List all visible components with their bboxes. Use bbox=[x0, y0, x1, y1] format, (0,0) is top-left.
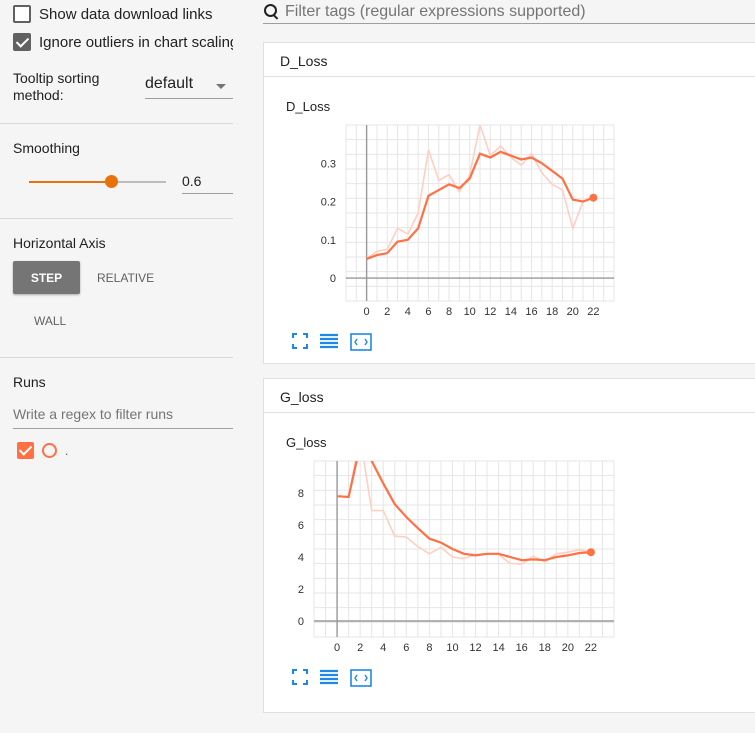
y-tick-label: 0.3 bbox=[321, 158, 336, 170]
divider bbox=[0, 218, 233, 219]
x-tick-label: 22 bbox=[587, 306, 599, 318]
x-tick-label: 14 bbox=[505, 306, 517, 318]
axis-wall-button[interactable]: WALL bbox=[34, 314, 66, 328]
search-icon bbox=[263, 3, 281, 21]
x-tick-label: 12 bbox=[484, 306, 496, 318]
tag-filter-input[interactable]: Filter tags (regular expressions support… bbox=[263, 0, 755, 24]
card-g-loss: G_loss G_loss 0 2 4 6 8 10 12 14 16 18 20 22 0 2 4 6 8 bbox=[263, 378, 755, 713]
x-tick-label: 0 bbox=[334, 642, 340, 654]
y-tick-label: 4 bbox=[298, 552, 304, 564]
ignore-outliers-label: Ignore outliers in chart scaling bbox=[39, 33, 233, 51]
y-tick-label: 8 bbox=[298, 488, 304, 500]
x-tick-label: 2 bbox=[357, 642, 363, 654]
x-tick-label: 8 bbox=[446, 306, 452, 318]
x-tick-label: 2 bbox=[384, 306, 390, 318]
x-tick-label: 0 bbox=[364, 306, 370, 318]
x-tick-label: 10 bbox=[464, 306, 476, 318]
fit-to-screen-icon[interactable] bbox=[292, 333, 308, 349]
dropdown-arrow-icon bbox=[216, 84, 226, 89]
x-tick-label: 16 bbox=[516, 642, 528, 654]
tooltip-sorting-label: Tooltip sorting method: bbox=[13, 70, 100, 103]
last-point-marker bbox=[589, 193, 598, 202]
sidebar: Show data download links Ignore outliers… bbox=[0, 0, 233, 733]
x-tick-label: 16 bbox=[525, 306, 537, 318]
toggle-lines-icon[interactable] bbox=[318, 333, 340, 349]
smoothing-slider[interactable] bbox=[29, 175, 166, 188]
y-tick-label: 0.1 bbox=[321, 235, 336, 247]
fit-domain-icon[interactable] bbox=[350, 333, 372, 351]
tooltip-sorting-dropdown[interactable]: default bbox=[145, 75, 233, 99]
x-tick-label: 4 bbox=[380, 642, 386, 654]
show-download-links-checkbox[interactable]: Show data download links bbox=[13, 5, 233, 23]
x-tick-label: 10 bbox=[446, 642, 458, 654]
d-loss-chart[interactable]: 0 2 4 6 8 10 12 14 16 18 20 22 0 0.1 0.2 0.3 bbox=[264, 43, 755, 333]
tooltip-sorting-value: default bbox=[145, 75, 194, 92]
x-tick-label: 8 bbox=[426, 642, 432, 654]
run-item[interactable]: . bbox=[17, 442, 68, 459]
chart-toolbar bbox=[292, 669, 372, 687]
x-tick-label: 6 bbox=[403, 642, 409, 654]
tag-filter-placeholder: Filter tags (regular expressions support… bbox=[285, 2, 586, 20]
runs-filter-input[interactable]: Write a regex to filter runs bbox=[13, 403, 233, 429]
horizontal-axis-title: Horizontal Axis bbox=[13, 235, 106, 251]
x-tick-label: 18 bbox=[546, 306, 558, 318]
y-tick-label: 0.2 bbox=[321, 197, 336, 209]
smoothing-slider-thumb[interactable] bbox=[105, 175, 119, 188]
x-tick-label: 18 bbox=[539, 642, 551, 654]
g-loss-chart[interactable]: 0 2 4 6 8 10 12 14 16 18 20 22 0 2 4 6 8 bbox=[264, 379, 755, 669]
x-tick-label: 20 bbox=[567, 306, 579, 318]
y-tick-label: 0 bbox=[330, 273, 336, 285]
smoothing-title: Smoothing bbox=[13, 140, 80, 156]
checkbox-unchecked-icon[interactable] bbox=[13, 5, 31, 23]
x-tick-label: 20 bbox=[562, 642, 574, 654]
ignore-outliers-checkbox[interactable]: Ignore outliers in chart scaling bbox=[13, 33, 233, 51]
run-name: . bbox=[65, 443, 69, 458]
y-tick-label: 6 bbox=[298, 520, 304, 532]
card-d-loss: D_Loss D_Loss 0 2 4 6 8 10 12 14 16 18 20 22 0 0.1 0.2… bbox=[263, 42, 755, 364]
x-tick-label: 4 bbox=[405, 306, 411, 318]
smoothing-value-input[interactable]: 0.6 bbox=[182, 170, 233, 194]
checkbox-checked-icon[interactable] bbox=[13, 33, 31, 51]
chart-plot: 0 2 4 6 8 10 12 14 16 18 20 22 0 0.1 0.2 0.3 bbox=[321, 124, 615, 318]
divider bbox=[0, 123, 233, 124]
axis-step-button[interactable]: STEP bbox=[13, 261, 80, 294]
x-tick-label: 6 bbox=[425, 306, 431, 318]
toggle-lines-icon[interactable] bbox=[318, 669, 340, 685]
x-tick-label: 14 bbox=[492, 642, 504, 654]
fit-to-screen-icon[interactable] bbox=[292, 669, 308, 685]
last-point-marker bbox=[586, 548, 595, 557]
fit-domain-icon[interactable] bbox=[350, 669, 372, 687]
run-color-circle-icon[interactable] bbox=[42, 443, 57, 458]
show-download-links-label: Show data download links bbox=[39, 5, 213, 23]
x-tick-label: 12 bbox=[469, 642, 481, 654]
chart-toolbar bbox=[292, 333, 372, 351]
y-tick-label: 0 bbox=[298, 616, 304, 628]
y-tick-label: 2 bbox=[298, 584, 304, 596]
axis-relative-button[interactable]: RELATIVE bbox=[97, 271, 154, 285]
divider bbox=[0, 357, 233, 358]
run-checkbox-icon[interactable] bbox=[17, 442, 34, 459]
runs-title: Runs bbox=[13, 374, 46, 390]
x-tick-label: 22 bbox=[585, 642, 597, 654]
smoothing-slider-fill bbox=[29, 181, 112, 183]
